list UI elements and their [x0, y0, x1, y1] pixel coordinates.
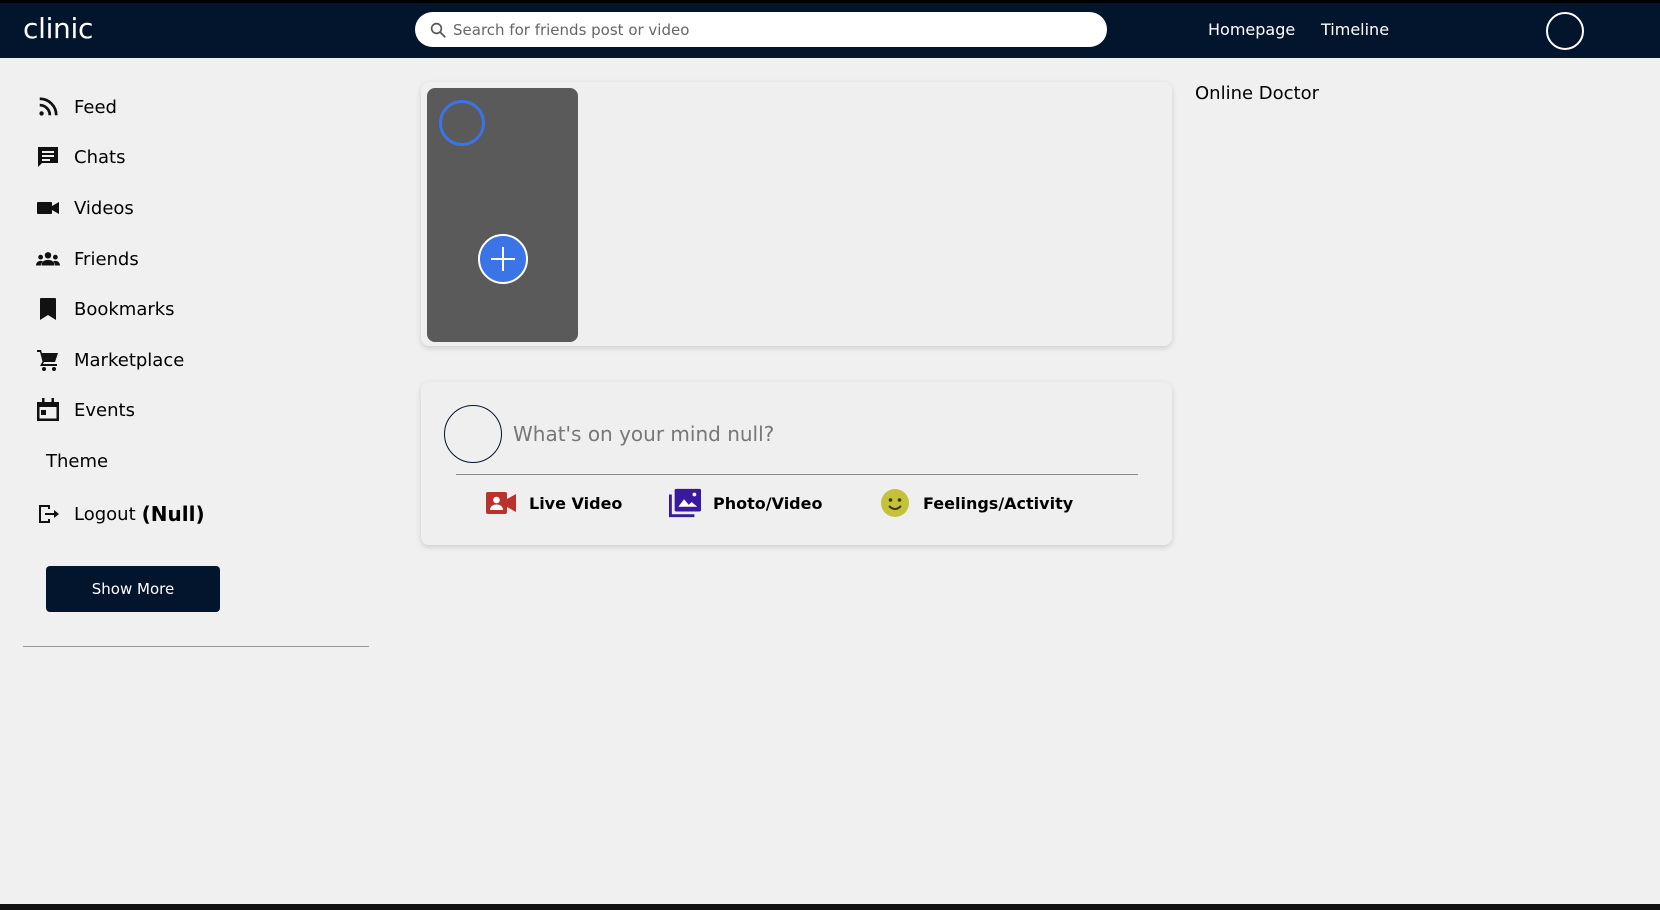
sidebar-item-label: Events — [74, 399, 135, 421]
share-divider — [456, 474, 1138, 475]
sidebar-item-label: Bookmarks — [74, 298, 175, 320]
shopping-cart-icon — [36, 348, 60, 372]
add-story-button[interactable] — [478, 234, 528, 284]
sidebar-item-label: Logout — [74, 503, 136, 525]
group-icon — [36, 247, 60, 271]
photo-library-icon — [669, 487, 701, 519]
bottom-edge — [0, 904, 1660, 910]
live-video-label: Live Video — [529, 493, 623, 513]
search-bar[interactable] — [415, 12, 1107, 47]
story-tile[interactable] — [427, 88, 578, 342]
profile-avatar[interactable] — [1546, 12, 1584, 50]
online-doctor-title: Online Doctor — [1195, 83, 1320, 104]
live-video-icon — [485, 487, 517, 519]
nav-homepage-link[interactable]: Homepage — [1208, 20, 1295, 39]
sidebar-divider — [23, 646, 369, 647]
sidebar-item-label: Chats — [74, 146, 126, 168]
search-input[interactable] — [453, 20, 1073, 39]
sidebar-item-label: Marketplace — [74, 349, 185, 371]
sidebar-item-friends[interactable]: Friends — [36, 244, 139, 274]
rss-feed-icon — [36, 95, 60, 119]
video-camera-icon — [36, 196, 60, 220]
photo-video-label: Photo/Video — [713, 493, 823, 513]
sidebar-item-label: Feed — [74, 96, 117, 118]
sidebar-item-label: Videos — [74, 197, 134, 219]
calendar-icon — [36, 398, 60, 422]
sidebar-item-videos[interactable]: Videos — [36, 193, 134, 223]
sidebar-item-theme[interactable]: Theme — [46, 446, 108, 476]
feelings-activity-button[interactable]: Feelings/Activity — [879, 486, 1073, 520]
app-logo[interactable]: clinic — [23, 12, 93, 45]
logout-username: (Null) — [141, 502, 205, 526]
live-video-button[interactable]: Live Video — [485, 486, 622, 520]
search-icon — [429, 21, 447, 39]
post-input[interactable] — [513, 418, 1133, 450]
logout-icon — [36, 502, 60, 526]
show-more-button[interactable]: Show More — [46, 566, 220, 612]
stories-card — [421, 82, 1172, 346]
sidebar-item-events[interactable]: Events — [36, 395, 135, 425]
sidebar-item-chats[interactable]: Chats — [36, 142, 125, 172]
photo-video-button[interactable]: Photo/Video — [669, 486, 822, 520]
smiley-icon — [879, 487, 911, 519]
story-avatar — [439, 100, 485, 146]
sidebar-item-label: Friends — [74, 248, 139, 270]
share-post-card: Live Video Photo/Video Feelings/Activity — [421, 382, 1172, 545]
sidebar-item-bookmarks[interactable]: Bookmarks — [36, 294, 175, 324]
sidebar-item-label: Theme — [46, 450, 109, 472]
bookmark-icon — [36, 297, 60, 321]
sidebar-item-feed[interactable]: Feed — [36, 92, 117, 122]
share-avatar — [444, 405, 502, 463]
chat-icon — [36, 145, 60, 169]
nav-timeline-link[interactable]: Timeline — [1321, 20, 1389, 39]
sidebar-item-marketplace[interactable]: Marketplace — [36, 345, 184, 375]
feelings-activity-label: Feelings/Activity — [923, 493, 1074, 513]
top-navbar: clinic Homepage Timeline — [0, 0, 1660, 58]
sidebar-item-logout[interactable]: Logout (Null) — [36, 499, 205, 529]
